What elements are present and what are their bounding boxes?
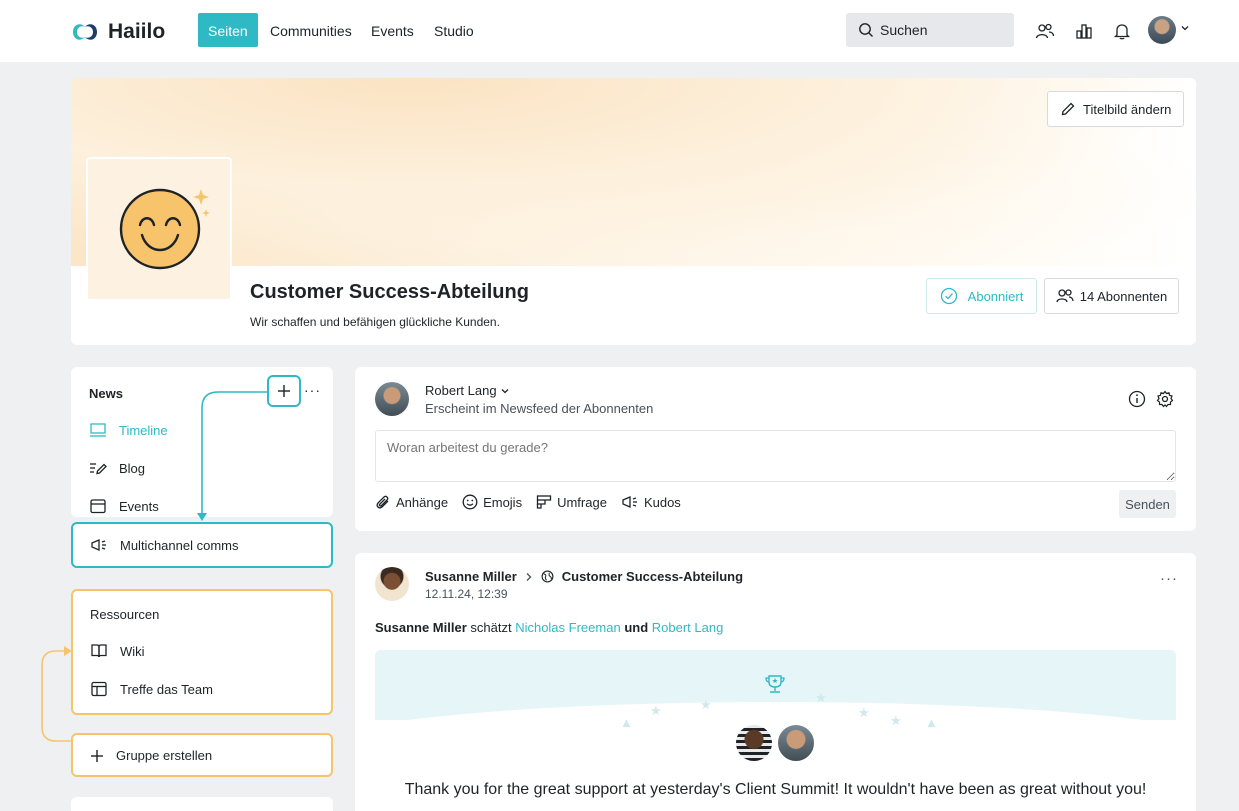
star-decoration: ★ — [890, 713, 902, 728]
kudos-button[interactable]: Kudos — [621, 494, 681, 510]
layout-icon — [91, 681, 107, 697]
megaphone-icon — [622, 496, 637, 508]
sidebar-item-label: Treffe das Team — [120, 681, 213, 697]
kudos-recipient-1[interactable]: Nicholas Freeman — [515, 620, 621, 635]
composer-audience: Erscheint im Newsfeed der Abonnenten — [425, 401, 654, 416]
create-group-label: Gruppe erstellen — [116, 748, 213, 763]
info-icon[interactable] — [1128, 390, 1146, 408]
book-icon — [91, 644, 107, 658]
sidebar-item-label: Multichannel comms — [120, 537, 239, 553]
create-group-button[interactable]: Gruppe erstellen — [71, 733, 333, 777]
kudos-recipient-2[interactable]: Robert Lang — [652, 620, 724, 635]
create-group-row: Gruppe erstellen — [90, 748, 212, 763]
gear-icon[interactable] — [1156, 390, 1174, 408]
star-decoration: ▲ — [620, 715, 633, 730]
post-target[interactable]: Customer Success-Abteilung — [562, 569, 743, 584]
composer-actions: Anhänge Emojis Umfrage Kudos — [375, 494, 681, 510]
post-author-avatar[interactable] — [375, 567, 409, 601]
sidebar-item-multichannel-comms[interactable]: Multichannel comms — [71, 522, 333, 568]
star-decoration: ▲ — [925, 715, 938, 730]
composer-avatar — [375, 382, 409, 416]
attachments-button[interactable]: Anhänge — [375, 494, 448, 510]
star-decoration: ★ — [815, 690, 827, 705]
post-date[interactable]: 12.11.24, 12:39 — [425, 587, 508, 601]
sidebar-card-partial — [71, 797, 333, 811]
resources-card: Ressourcen Wiki Treffe das Team — [71, 589, 333, 715]
composer-input[interactable] — [375, 430, 1176, 482]
emojis-label: Emojis — [483, 494, 523, 510]
chevron-down-icon — [501, 388, 509, 393]
multichannel-row: Multichannel comms — [90, 537, 239, 553]
recipient-avatar[interactable] — [776, 723, 816, 763]
add-news-button[interactable] — [267, 375, 301, 407]
post-kudos-line: Susanne Miller schätzt Nicholas Freeman … — [375, 620, 723, 635]
composer-author[interactable]: Robert Lang — [425, 383, 510, 398]
star-decoration: ★ — [650, 703, 662, 718]
send-button[interactable]: Senden — [1119, 490, 1176, 518]
chevron-right-icon — [526, 572, 532, 581]
emojis-button[interactable]: Emojis — [462, 494, 522, 510]
resources-title: Ressourcen — [90, 607, 160, 622]
star-decoration: ★ — [700, 697, 712, 712]
paperclip-icon — [376, 495, 389, 509]
sidebar-item-label: Wiki — [120, 643, 145, 659]
sidebar-item-meet-the-team[interactable]: Treffe das Team — [90, 681, 213, 697]
kudos-message: Thank you for the great support at yeste… — [404, 781, 1147, 798]
poll-icon — [536, 495, 552, 509]
kudos-and: und — [624, 620, 649, 635]
kudos-giver[interactable]: Susanne Miller — [375, 620, 467, 635]
composer-author-name: Robert Lang — [425, 383, 497, 398]
post-header: Susanne Miller Customer Success-Abteilun… — [425, 569, 743, 584]
star-decoration: ★ — [858, 705, 870, 720]
plus-icon — [278, 385, 290, 397]
kudos-verb: schätzt — [470, 620, 512, 635]
megaphone-icon — [91, 539, 106, 551]
post-more-options-icon[interactable]: ··· — [1160, 570, 1178, 587]
recipient-avatar[interactable] — [734, 723, 774, 763]
attachments-label: Anhänge — [396, 494, 449, 510]
feed-post: Susanne Miller Customer Success-Abteilun… — [355, 553, 1196, 811]
kudos-label: Kudos — [643, 494, 681, 510]
smiley-icon — [462, 494, 478, 510]
plus-icon — [91, 749, 103, 762]
trophy-icon — [765, 675, 785, 693]
globe-icon — [541, 570, 554, 583]
post-author[interactable]: Susanne Miller — [425, 569, 517, 584]
sidebar-item-wiki[interactable]: Wiki — [90, 643, 145, 659]
more-options-icon[interactable]: ··· — [304, 382, 321, 398]
post-composer: Robert Lang Erscheint im Newsfeed der Ab… — [355, 367, 1196, 531]
kudos-card: ★ ▲ ★ ★ ★ ★ ▲ Thank you for the great su… — [375, 650, 1176, 811]
poll-label: Umfrage — [557, 494, 607, 510]
poll-button[interactable]: Umfrage — [536, 494, 607, 510]
